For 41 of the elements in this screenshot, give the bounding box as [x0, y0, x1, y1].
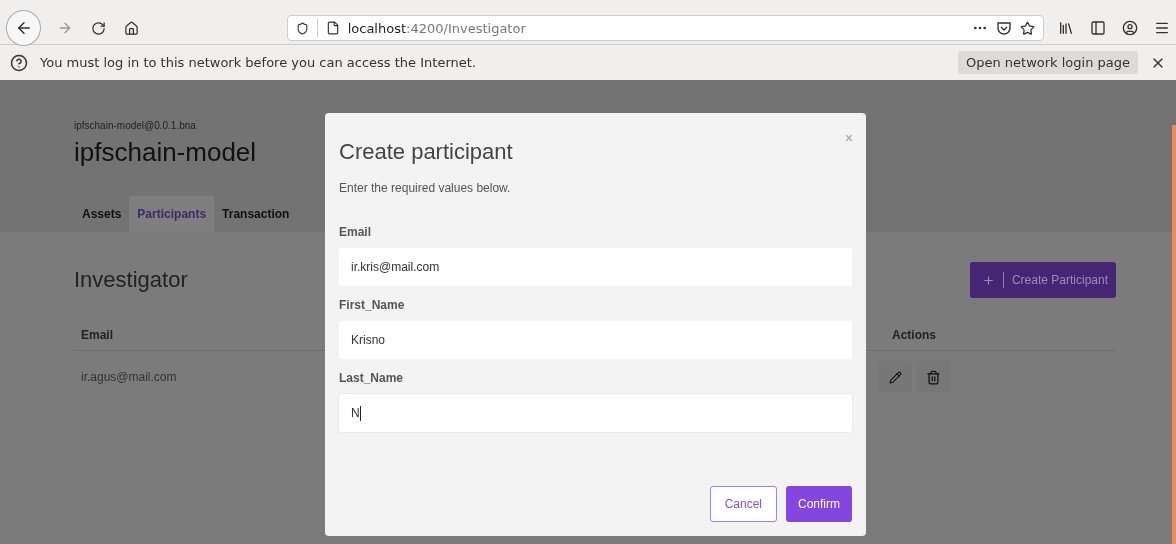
url-text: localhost:4200/Investigator	[347, 20, 527, 36]
column-header: Actions	[892, 328, 936, 342]
home-icon	[124, 20, 140, 36]
nav-tab[interactable]: Assets	[74, 196, 130, 232]
nav-tab[interactable]: Participants	[129, 196, 215, 232]
delete-button[interactable]	[916, 361, 950, 393]
notification-message: You must log in to this network before you can access the Internet.	[40, 55, 477, 70]
bookmark-star-icon[interactable]	[1019, 20, 1035, 36]
plus-icon	[981, 273, 995, 287]
input-field[interactable]: ir.kris@mail.com	[339, 248, 852, 286]
open-login-page-button[interactable]: Open network login page	[957, 51, 1138, 74]
help-icon	[10, 53, 28, 72]
cancel-button[interactable]: Cancel	[709, 486, 777, 522]
section-title: Investigator	[74, 267, 188, 293]
page-icon	[325, 21, 340, 35]
pencil-icon	[888, 370, 902, 384]
trash-icon	[925, 369, 941, 385]
pocket-icon[interactable]	[995, 20, 1012, 36]
input-field[interactable]: Krisno	[339, 321, 852, 359]
menu-icon[interactable]	[1154, 20, 1170, 36]
create-participant-button[interactable]: Create Participant	[969, 262, 1116, 298]
package-name: ipfschain-model@0.0.1.bna	[74, 120, 197, 131]
account-icon[interactable]	[1122, 20, 1138, 36]
dialog-title: Create participant	[339, 139, 514, 165]
nav-tab[interactable]: Transaction	[214, 196, 298, 232]
edit-button[interactable]	[878, 361, 912, 393]
confirm-button[interactable]: Confirm	[786, 486, 852, 522]
input-field[interactable]: N	[339, 394, 852, 432]
address-bar[interactable]: localhost:4200/Investigator	[286, 15, 1044, 41]
column-header: Email	[81, 328, 113, 342]
table-cell: ir.agus@mail.com	[81, 370, 177, 384]
field-label: First_Name	[339, 298, 406, 312]
field-label: Email	[339, 225, 372, 239]
reload-icon	[90, 20, 106, 36]
library-icon[interactable]	[1058, 20, 1074, 36]
back-button[interactable]	[6, 10, 42, 46]
sidebar-icon[interactable]	[1090, 20, 1106, 36]
network-title: ipfschain-model	[74, 137, 257, 168]
field-label: Last_Name	[339, 371, 405, 385]
dialog-subtitle: Enter the required values below.	[339, 181, 512, 195]
shield-icon	[295, 21, 309, 35]
